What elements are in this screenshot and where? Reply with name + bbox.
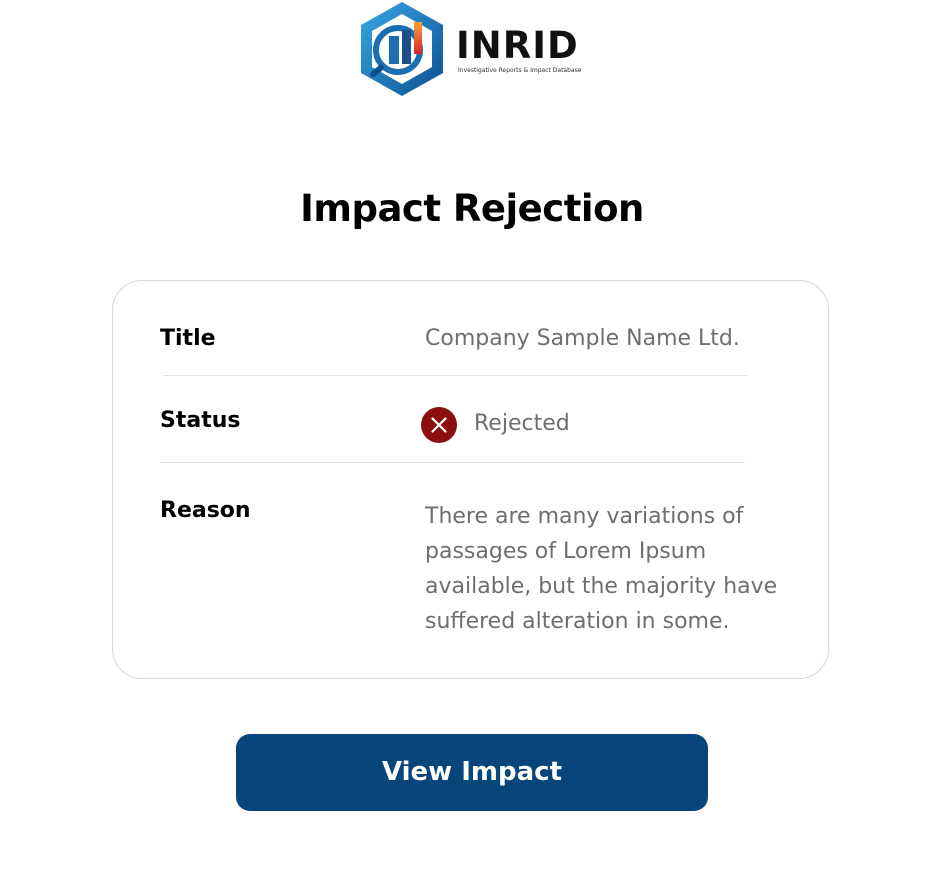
inrid-logo: INRID Investigative Reports & Impact Dat… bbox=[357, 0, 597, 98]
title-label: Title bbox=[160, 326, 216, 351]
view-impact-button[interactable]: View Impact bbox=[236, 734, 708, 811]
reason-line: available, but the majority have bbox=[425, 574, 778, 599]
divider bbox=[160, 462, 745, 463]
logo-wordmark: INRID bbox=[456, 24, 579, 67]
x-circle-icon bbox=[421, 407, 457, 443]
title-value: Company Sample Name Ltd. bbox=[425, 326, 740, 351]
reason-label: Reason bbox=[160, 498, 251, 523]
inrid-logo-icon bbox=[361, 2, 443, 96]
divider bbox=[163, 375, 748, 376]
reason-line: passages of Lorem Ipsum bbox=[425, 539, 707, 564]
reason-text: There are many variations of passages of… bbox=[425, 499, 777, 639]
logo-tagline: Investigative Reports & Impact Database bbox=[458, 67, 582, 74]
impact-details-card: Title Company Sample Name Ltd. Status Re… bbox=[112, 280, 829, 679]
reason-line: There are many variations of bbox=[425, 504, 744, 529]
status-value: Rejected bbox=[474, 411, 570, 436]
page-title: Impact Rejection bbox=[300, 187, 644, 230]
status-label: Status bbox=[160, 408, 241, 433]
reason-line: suffered alteration in some. bbox=[425, 609, 730, 634]
